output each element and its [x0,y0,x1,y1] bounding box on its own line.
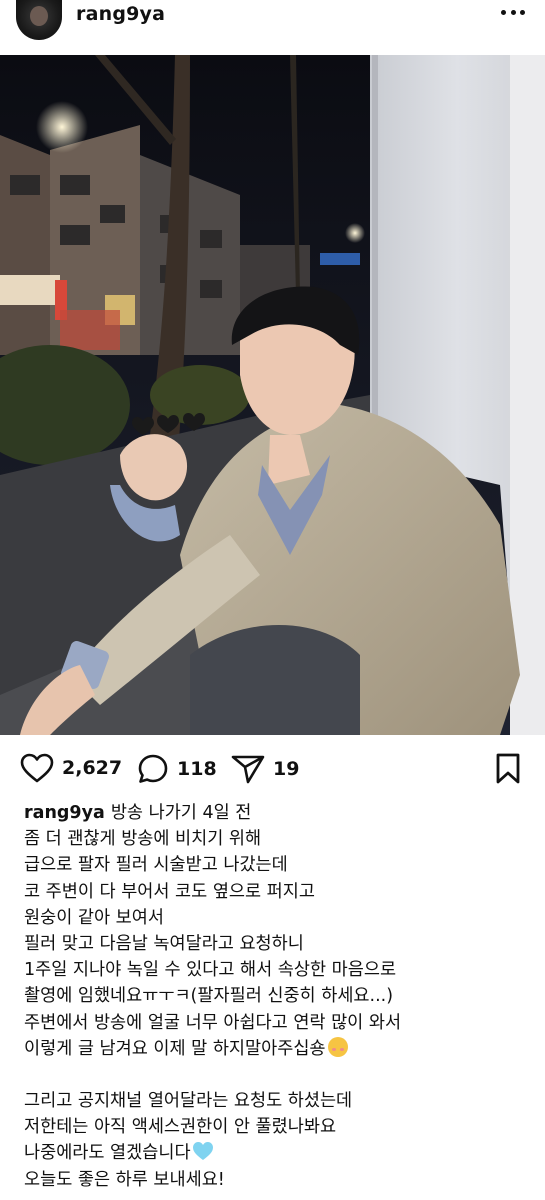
caption-username[interactable]: rang9ya [24,803,105,823]
send-icon [231,755,265,784]
heart-icon [20,753,54,783]
comment-icon [138,754,168,783]
caption-line: 주변에서 방송에 얼굴 너무 아쉽다고 연락 많이 와서 [24,1012,402,1033]
caption-line: rang9ya 방송 나가기 4일 전 [24,803,252,823]
share-button[interactable]: 19 [231,753,299,785]
caption-line: 저한테는 아직 액세스권한이 안 풀렸나봐요 [24,1117,337,1138]
caption-line: 좀 더 괜찮게 방송에 비치기 위해 [24,829,262,850]
blushing-face-emoji-icon [327,1036,348,1057]
caption-line: 원숭이 같아 보여서 [24,907,164,928]
bookmark-icon[interactable] [495,753,521,789]
caption-line: 나중에라도 열겠습니다 [24,1140,529,1166]
post-username[interactable]: rang9ya [76,3,165,25]
caption-line: 그리고 공지채널 열어달라는 요청도 하셨는데 [24,1091,353,1112]
caption-line: 촬영에 임했네요ㅠㅜㅋ(팔자필러 신중히 하세요...) [24,986,394,1007]
post-header: rang9ya [0,0,545,55]
caption-line: 이렇게 글 남겨요 이제 말 하지말아주십숑 [24,1036,529,1062]
caption-line: 코 주변이 다 부어서 코도 옆으로 퍼지고 [24,881,315,902]
profile-avatar[interactable] [16,0,62,40]
more-horizontal-icon[interactable] [501,6,525,18]
post-action-bar: 2,627 118 19 [0,745,545,795]
post-caption: rang9ya 방송 나가기 4일 전 좀 더 괜찮게 방송에 비치기 위해 급으… [24,800,529,1193]
caption-line: 필러 맞고 다음날 녹여달라고 요청하니 [24,933,304,954]
post-photo[interactable] [0,55,545,735]
like-count[interactable]: 2,627 [62,757,122,779]
caption-line: 오늘도 좋은 하루 보내세요! [24,1169,225,1190]
comment-button[interactable]: 118 [137,753,217,785]
caption-line: 1주일 지나야 녹일 수 있다고 해서 속상한 마음으로 [24,960,397,981]
like-button[interactable]: 2,627 [20,753,122,783]
avatar-face [30,6,48,26]
night-street-photo [0,55,545,735]
comment-count[interactable]: 118 [177,758,217,780]
caption-line: 급으로 팔자 필러 시술받고 나갔는데 [24,855,288,876]
share-count[interactable]: 19 [273,758,299,780]
light-blue-heart-emoji-icon [192,1142,213,1161]
